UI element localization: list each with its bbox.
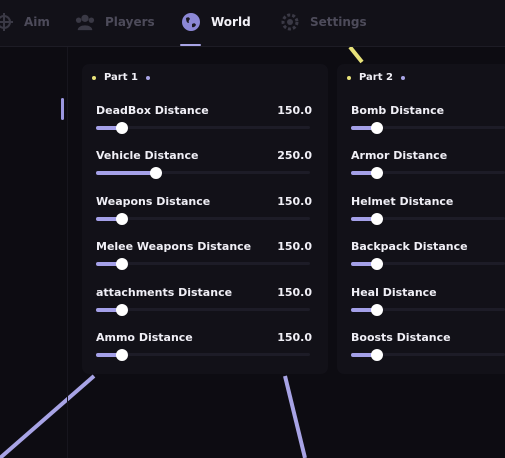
users-icon xyxy=(75,14,95,31)
slider-label: attachments Distance xyxy=(96,286,233,299)
part2-header: Part 2 xyxy=(347,72,405,83)
slider-label: Helmet Distance xyxy=(351,195,454,208)
slider-row: DeadBox Distance 150.0 xyxy=(96,104,312,144)
slider-thumb[interactable] xyxy=(371,258,383,270)
slider-thumb[interactable] xyxy=(371,167,383,179)
tab-players-label: Players xyxy=(105,15,155,29)
slider-value: 150.0 xyxy=(277,286,312,299)
slider-label: Ammo Distance xyxy=(96,331,193,344)
slider-track[interactable] xyxy=(96,353,310,356)
slider-row: Backpack Distance xyxy=(351,240,505,280)
slider-row: Ammo Distance 150.0 xyxy=(96,331,312,371)
slider-thumb[interactable] xyxy=(116,122,128,134)
slider-thumb[interactable] xyxy=(116,258,128,270)
part2-panel: Part 2 Bomb Distance Armor Distance Helm… xyxy=(337,64,505,374)
tab-aim-label: Aim xyxy=(24,15,50,29)
slider-fill xyxy=(96,171,156,175)
slider-label: DeadBox Distance xyxy=(96,104,209,117)
top-nav-bar: Aim Players World Settings xyxy=(0,0,505,47)
purple-dot-icon xyxy=(145,75,150,80)
slider-track[interactable] xyxy=(96,217,310,220)
slider-label: Boosts Distance xyxy=(351,331,451,344)
active-tab-underline xyxy=(180,44,201,46)
yellow-dot-icon xyxy=(347,75,351,80)
globe-icon xyxy=(182,13,200,31)
slider-thumb[interactable] xyxy=(116,349,128,361)
purple-dot-icon xyxy=(400,75,405,80)
slider-label: Backpack Distance xyxy=(351,240,468,253)
gear-icon xyxy=(281,13,299,31)
slider-row: Weapons Distance 150.0 xyxy=(96,195,312,235)
slider-row: Bomb Distance xyxy=(351,104,505,144)
slider-thumb[interactable] xyxy=(150,167,162,179)
slider-value: 250.0 xyxy=(277,149,312,162)
sidebar-divider xyxy=(67,47,68,458)
slider-thumb[interactable] xyxy=(116,304,128,316)
tab-settings[interactable]: Settings xyxy=(280,0,367,44)
slider-label: Armor Distance xyxy=(351,149,448,162)
slider-track[interactable] xyxy=(96,308,310,311)
slider-thumb[interactable] xyxy=(371,213,383,225)
tab-world-label: World xyxy=(211,15,251,29)
slider-value: 150.0 xyxy=(277,104,312,117)
slider-row: Boosts Distance xyxy=(351,331,505,371)
slider-row: Heal Distance xyxy=(351,286,505,326)
slider-value: 150.0 xyxy=(277,331,312,344)
slider-thumb[interactable] xyxy=(371,122,383,134)
slider-row: Armor Distance xyxy=(351,149,505,189)
slider-thumb[interactable] xyxy=(116,213,128,225)
slider-thumb[interactable] xyxy=(371,349,383,361)
slider-value: 150.0 xyxy=(277,195,312,208)
slider-label: Melee Weapons Distance xyxy=(96,240,252,253)
tab-aim[interactable]: Aim xyxy=(0,0,50,44)
slider-track[interactable] xyxy=(96,126,310,129)
slider-row: Vehicle Distance 250.0 xyxy=(96,149,312,189)
crosshair-icon xyxy=(0,13,13,31)
part1-panel: Part 1 DeadBox Distance 150.0 Vehicle Di… xyxy=(82,64,328,374)
slider-row: attachments Distance 150.0 xyxy=(96,286,312,326)
tab-players[interactable]: Players xyxy=(75,0,155,44)
slider-label: Heal Distance xyxy=(351,286,437,299)
part1-title: Part 1 xyxy=(104,72,138,83)
slider-label: Vehicle Distance xyxy=(96,149,199,162)
slider-row: Helmet Distance xyxy=(351,195,505,235)
scroll-indicator[interactable] xyxy=(61,98,64,120)
slider-row: Melee Weapons Distance 150.0 xyxy=(96,240,312,280)
tab-settings-label: Settings xyxy=(310,15,367,29)
yellow-dot-icon xyxy=(92,75,96,80)
part1-header: Part 1 xyxy=(92,72,150,83)
slider-value: 150.0 xyxy=(277,240,312,253)
tab-world[interactable]: World xyxy=(181,0,251,44)
slider-track[interactable] xyxy=(96,262,310,265)
slider-label: Weapons Distance xyxy=(96,195,211,208)
slider-label: Bomb Distance xyxy=(351,104,445,117)
part2-title: Part 2 xyxy=(359,72,393,83)
slider-thumb[interactable] xyxy=(371,304,383,316)
